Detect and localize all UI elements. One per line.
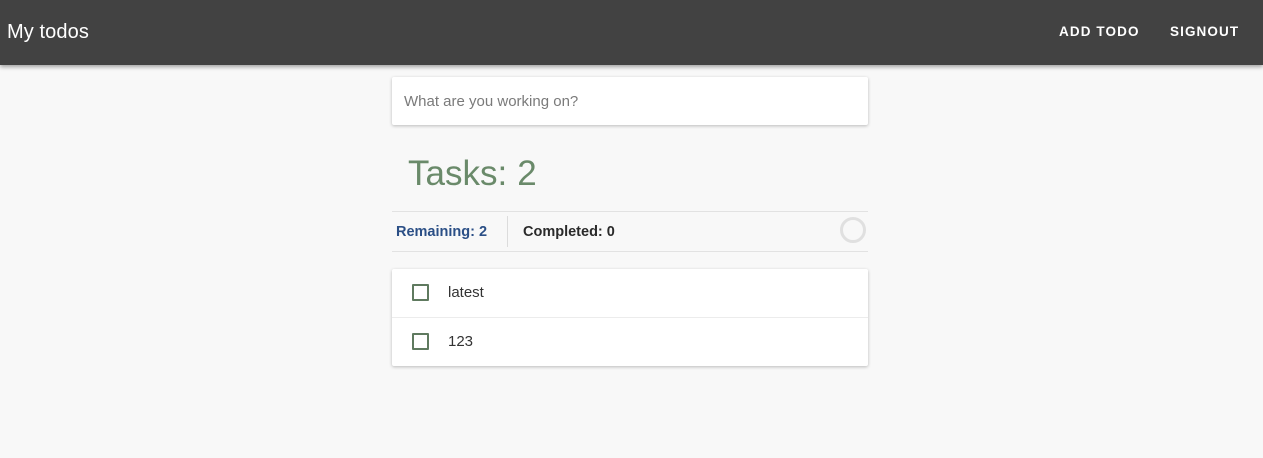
new-todo-card: [392, 77, 868, 125]
todo-text: 123: [448, 333, 474, 350]
tasks-heading: Tasks: 2: [408, 154, 537, 194]
todo-text: latest: [448, 284, 484, 301]
app-bar: My todos ADD TODO SIGNOUT: [0, 0, 1263, 65]
app-title: My todos: [7, 21, 89, 43]
todo-list: latest 123: [392, 269, 868, 366]
tab-completed[interactable]: Completed: 0: [523, 224, 615, 240]
new-todo-input[interactable]: [392, 77, 868, 125]
list-item[interactable]: latest: [392, 269, 868, 318]
tab-divider: [507, 216, 508, 247]
todo-checkbox[interactable]: [412, 284, 429, 301]
filter-tabs: Remaining: 2 Completed: 0: [392, 211, 868, 252]
loading-spinner-icon: [840, 217, 866, 243]
signout-button[interactable]: SIGNOUT: [1170, 24, 1239, 39]
list-item[interactable]: 123: [392, 318, 868, 366]
todo-checkbox[interactable]: [412, 333, 429, 350]
tasks-count: 2: [517, 154, 537, 193]
add-todo-button[interactable]: ADD TODO: [1059, 24, 1140, 39]
tab-remaining[interactable]: Remaining: 2: [396, 224, 487, 240]
tasks-label: Tasks:: [408, 154, 508, 193]
